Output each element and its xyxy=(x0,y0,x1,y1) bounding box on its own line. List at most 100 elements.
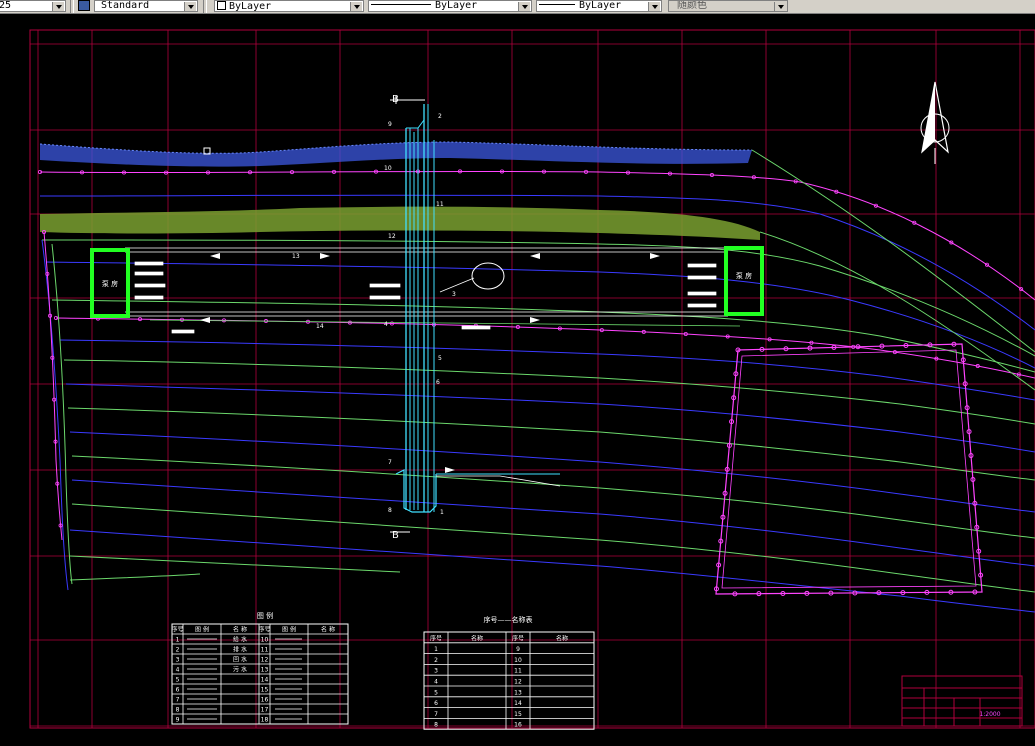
table-cell: 18 xyxy=(261,717,269,724)
table-cell: 回 水 xyxy=(233,656,247,664)
pipe-number-label: 6 xyxy=(436,379,440,386)
plot-boundary-markers xyxy=(713,341,984,597)
pipe-number-label: 13 xyxy=(292,253,300,260)
plot-style-value: 随颜色 xyxy=(677,0,707,11)
table-cell: 9 xyxy=(516,646,520,653)
table-cell: 2 xyxy=(434,657,438,664)
pipe-number-label: 3 xyxy=(452,291,456,298)
lineweight-value: ByLayer xyxy=(579,0,622,11)
table-cell: 16 xyxy=(261,697,269,704)
pump-station-right xyxy=(724,246,764,316)
cad-drawing-canvas[interactable]: 泵 房 泵 房 B B 2 9 10 11 12 13 14 4 5 6 7 8… xyxy=(0,14,1035,742)
chevron-down-icon[interactable] xyxy=(774,2,786,11)
table-header-cell: 名 称 xyxy=(321,626,335,634)
detail-leader xyxy=(439,277,475,293)
pipe-number-label: 9 xyxy=(388,121,392,128)
coordinate-grid xyxy=(30,30,1035,728)
slope-hatch-band-middle xyxy=(40,206,760,240)
color-select[interactable]: ByLayer xyxy=(214,0,364,12)
pipe-number-label: 10 xyxy=(384,165,392,172)
chevron-down-icon[interactable] xyxy=(52,2,64,11)
linetype-value: ByLayer xyxy=(435,0,478,11)
pipe-number-label: 11 xyxy=(436,201,444,208)
table-cell: 12 xyxy=(261,657,269,664)
table-cell: 13 xyxy=(261,667,269,674)
table-cell: 11 xyxy=(261,647,269,654)
pump-annotations xyxy=(134,261,717,334)
pipe-number-label: 12 xyxy=(388,233,396,240)
section-label-top: B xyxy=(392,94,399,105)
table-cell: 12 xyxy=(514,679,522,686)
pipe-number-labels: 291011121314 45678 13 xyxy=(292,113,456,516)
table-cell: 2 xyxy=(176,647,180,654)
contour-line xyxy=(63,359,1035,425)
color-value: ByLayer xyxy=(229,1,272,12)
text-style-icon[interactable] xyxy=(78,0,90,11)
legend-table-title: 图 例 xyxy=(257,611,273,620)
table-header-cell: 序号 xyxy=(512,634,524,642)
title-block-scale: 1:2000 xyxy=(979,711,1000,718)
table-cell: 排 水 xyxy=(233,646,247,654)
toolbar-separator xyxy=(70,0,74,13)
legend-table: 图 例 序号图 例名 称序号图 例名 称1 给 水 102 排 水 113 回 水 124 污… xyxy=(171,611,349,725)
contour-line xyxy=(65,383,1035,453)
pipe-number-label: 1 xyxy=(440,509,444,516)
table-header-cell: 图 例 xyxy=(195,626,209,634)
contour-line xyxy=(69,431,1035,513)
table-cell: 6 xyxy=(176,687,180,694)
contour-line xyxy=(67,407,1035,481)
text-style-value: Standard xyxy=(101,0,150,11)
table-cell: 7 xyxy=(176,697,180,704)
table-header-cell: 序号 xyxy=(171,626,183,634)
linetype-select[interactable]: ByLayer xyxy=(368,0,532,12)
table-cell: 10 xyxy=(261,637,269,644)
boundary-line xyxy=(759,231,1035,391)
lineweight-sample-icon xyxy=(539,4,575,5)
device-name-table: 序号——名称表 序号 名称 序号 名称 1 9 2 10 3 11 4 12 5 13 6 14 7 15 8 16 xyxy=(423,615,595,730)
north-arrow-icon xyxy=(920,81,950,164)
section-marker-top: B xyxy=(390,94,425,105)
contour-line xyxy=(59,339,1035,401)
table-header-cell: 序号 xyxy=(430,634,442,642)
table-cell: 4 xyxy=(434,679,438,686)
lineweight-select[interactable]: ByLayer xyxy=(536,0,662,12)
plot-boundary xyxy=(715,343,983,595)
text-style-select[interactable]: Standard xyxy=(94,0,198,12)
chevron-down-icon[interactable] xyxy=(648,2,660,11)
pump-station-right-label: 泵 房 xyxy=(736,271,752,280)
pipe-number-label: 2 xyxy=(438,113,442,120)
section-marker-bottom: B xyxy=(390,530,410,541)
contour-lines xyxy=(38,169,1035,613)
contour-line xyxy=(69,529,1035,613)
dimension-style-select[interactable]: 25 xyxy=(0,0,66,12)
pipe-number-label: 14 xyxy=(316,323,324,330)
device-table-title: 序号——名称表 xyxy=(484,615,533,624)
table-cell: 13 xyxy=(514,689,522,696)
contour-line xyxy=(69,555,401,573)
table-cell: 5 xyxy=(434,689,438,696)
table-cell: 15 xyxy=(261,687,269,694)
table-cell: 14 xyxy=(261,677,269,684)
table-header-cell: 名称 xyxy=(556,634,568,642)
table-frame xyxy=(423,631,595,730)
plot-style-select[interactable]: 随颜色 xyxy=(668,0,788,12)
contour-line xyxy=(71,503,1035,593)
pipe-number-label: 5 xyxy=(438,355,442,362)
linetype-sample-icon xyxy=(371,4,431,5)
contour-line xyxy=(39,170,1035,301)
pipe-number-label: 7 xyxy=(388,459,392,466)
chevron-down-icon[interactable] xyxy=(184,2,196,11)
chevron-down-icon[interactable] xyxy=(518,2,530,11)
drawing-frame xyxy=(29,29,1035,729)
plot-boundary-inner xyxy=(721,349,977,589)
table-header-cell: 名 称 xyxy=(233,626,247,634)
table-cell: 7 xyxy=(434,711,438,718)
table-cell: 11 xyxy=(514,668,522,675)
table-header-cell: 序号 xyxy=(258,626,270,634)
detail-callout-circle xyxy=(471,262,505,290)
contour-line xyxy=(69,573,201,581)
table-cell: 给 水 xyxy=(233,636,247,644)
chevron-down-icon[interactable] xyxy=(350,2,362,11)
section-label-bottom: B xyxy=(392,530,399,541)
table-cell: 14 xyxy=(514,700,522,707)
